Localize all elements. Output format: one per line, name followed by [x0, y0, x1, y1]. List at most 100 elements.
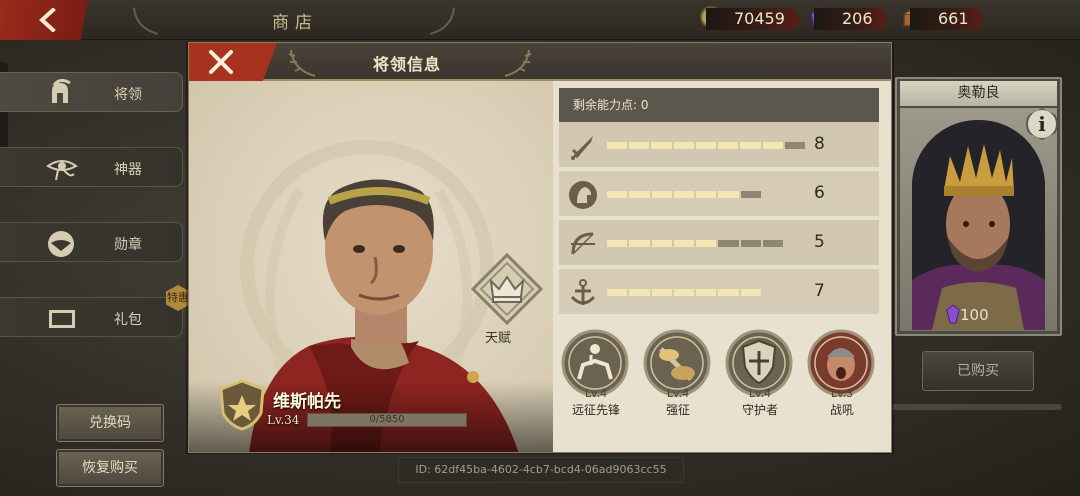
- stat-bar-segment: [607, 142, 628, 149]
- remaining-points: 剩余能力点: 0: [559, 88, 879, 122]
- laurel-right-icon: [504, 49, 532, 77]
- stat-row: 7: [559, 269, 879, 315]
- stat-bar-segment: [740, 142, 761, 149]
- anchor-icon: [570, 279, 596, 305]
- stat-bar-segment: [673, 289, 695, 296]
- stat-bar-segment: [607, 191, 628, 198]
- stat-bar-segment: [718, 142, 739, 149]
- redeem-code-button[interactable]: 兑换码: [56, 404, 164, 442]
- purchased-button: 已购买: [922, 351, 1034, 391]
- skills-row: Lv.4 远征先锋 Lv.4 强征 Lv.4 守护者 Lv.3 战吼: [559, 329, 879, 429]
- modal-header: 将领信息: [189, 43, 891, 81]
- stat-bar: [607, 289, 761, 296]
- horse-icon: [569, 181, 597, 209]
- gem-counter: 206: [814, 8, 889, 30]
- stat-bar-segment: [673, 191, 695, 198]
- back-arrow-icon: [39, 8, 56, 32]
- stat-row: 5: [559, 220, 879, 266]
- stat-bar-segment: [629, 142, 650, 149]
- stat-bar-segment: [695, 142, 717, 149]
- stat-bar-segment: [696, 240, 717, 247]
- spartan-helmet-icon: [52, 79, 71, 103]
- close-button[interactable]: [189, 43, 277, 81]
- sidebar-item-label: 礼包: [114, 312, 142, 328]
- scroll-counter: 661: [910, 8, 985, 30]
- stat-bar: [607, 142, 805, 149]
- stat-row: 8: [559, 122, 879, 168]
- skill-level: Lv.4: [584, 387, 608, 400]
- aurelian-portrait-image: [912, 120, 1045, 330]
- general-info-modal: 将领信息 天赋 维斯帕先 Lv.34 0/5850 剩余能力点: 0 8 6 5…: [188, 42, 892, 453]
- card-price: 100: [960, 306, 989, 324]
- stat-bar-segment: [696, 191, 717, 198]
- sidebar-item-generals[interactable]: 将领: [0, 72, 183, 112]
- sidebar-item-packs[interactable]: 礼包: [0, 297, 183, 337]
- stat-bar-segment: [718, 240, 739, 247]
- stat-bar-segment: [651, 191, 672, 198]
- player-id: ID: 62df45ba-4602-4cb7-bcd4-06ad9063cc55: [398, 457, 684, 483]
- sidebar-item-label: 将领: [114, 87, 142, 103]
- sidebar-item-artifacts[interactable]: 神器: [0, 147, 183, 187]
- skill-level: Lv.4: [748, 387, 772, 400]
- skill-name: 远征先锋: [571, 403, 620, 417]
- stat-bar-segment: [740, 240, 761, 247]
- stat-bar: [607, 240, 783, 247]
- eagle-medal-icon: [48, 231, 74, 257]
- stat-bar-segment: [651, 240, 672, 247]
- stat-bar-segment: [651, 142, 672, 149]
- stat-row: 6: [559, 171, 879, 217]
- gift-chest-icon: [49, 310, 75, 328]
- card-portrait: [912, 120, 1045, 330]
- gold-counter: 70459: [706, 8, 801, 30]
- stat-value: 6: [814, 183, 825, 203]
- sidebar-item-label: 勋章: [114, 237, 142, 253]
- scroll-rail: [890, 404, 1062, 410]
- stat-bar-segment: [629, 240, 650, 247]
- eye-of-horus-icon: [46, 160, 78, 181]
- sidebar-item-label: 神器: [114, 162, 142, 178]
- sidebar-item-medals[interactable]: 勋章: [0, 222, 183, 262]
- stat-bar-segment: [607, 240, 628, 247]
- stat-bar-segment: [740, 191, 761, 198]
- top-bar: 商店 70459 206 661: [0, 0, 1080, 40]
- skill-level: Lv.4: [666, 387, 690, 400]
- purple-crystal-icon: [946, 304, 960, 324]
- rank-shield-icon: [219, 379, 265, 431]
- skill-name: 守护者: [741, 403, 778, 417]
- laurel-left-icon: [288, 49, 316, 77]
- talent-label: 天赋: [485, 331, 512, 346]
- stat-bar: [607, 191, 761, 198]
- stat-bar-segment: [607, 289, 628, 296]
- stat-value: 8: [814, 134, 825, 154]
- xp-text: 0/5850: [369, 414, 405, 425]
- stat-bar-segment: [673, 142, 694, 149]
- talent-crown-icon[interactable]: [471, 253, 543, 325]
- stat-bar-segment: [762, 142, 783, 149]
- stat-bar-segment: [784, 142, 805, 149]
- stat-bar-segment: [629, 289, 650, 296]
- stat-bar-segment: [696, 289, 717, 296]
- stat-bar-segment: [718, 289, 739, 296]
- xp-progress-bar: 0/5850: [307, 413, 467, 427]
- skill-name: 战吼: [829, 403, 854, 417]
- stat-bar-segment: [740, 289, 761, 296]
- stat-bar-segment: [673, 240, 694, 247]
- stat-value: 5: [814, 232, 825, 252]
- close-icon: [209, 50, 233, 74]
- stat-bar-segment: [651, 289, 672, 296]
- laurel-left-icon: [133, 7, 159, 35]
- card-general-name: 奥勒良: [900, 81, 1057, 106]
- modal-title: 将领信息: [372, 55, 441, 74]
- stat-bar-segment: [718, 191, 739, 198]
- restore-purchase-button[interactable]: 恢复购买: [56, 449, 164, 487]
- modal-body: 天赋 维斯帕先 Lv.34 0/5850 剩余能力点: 0 8 6 5 7 Lv.4 远…: [189, 81, 891, 452]
- back-button[interactable]: [0, 0, 102, 40]
- stat-bar-segment: [629, 191, 650, 198]
- hero-level: Lv.34: [267, 413, 300, 427]
- bow-icon: [571, 232, 595, 255]
- laurel-right-icon: [429, 7, 455, 35]
- stat-bar-segment: [762, 240, 783, 247]
- skill-name: 强征: [665, 403, 690, 417]
- hero-name: 维斯帕先: [273, 392, 341, 412]
- stat-value: 7: [814, 281, 825, 301]
